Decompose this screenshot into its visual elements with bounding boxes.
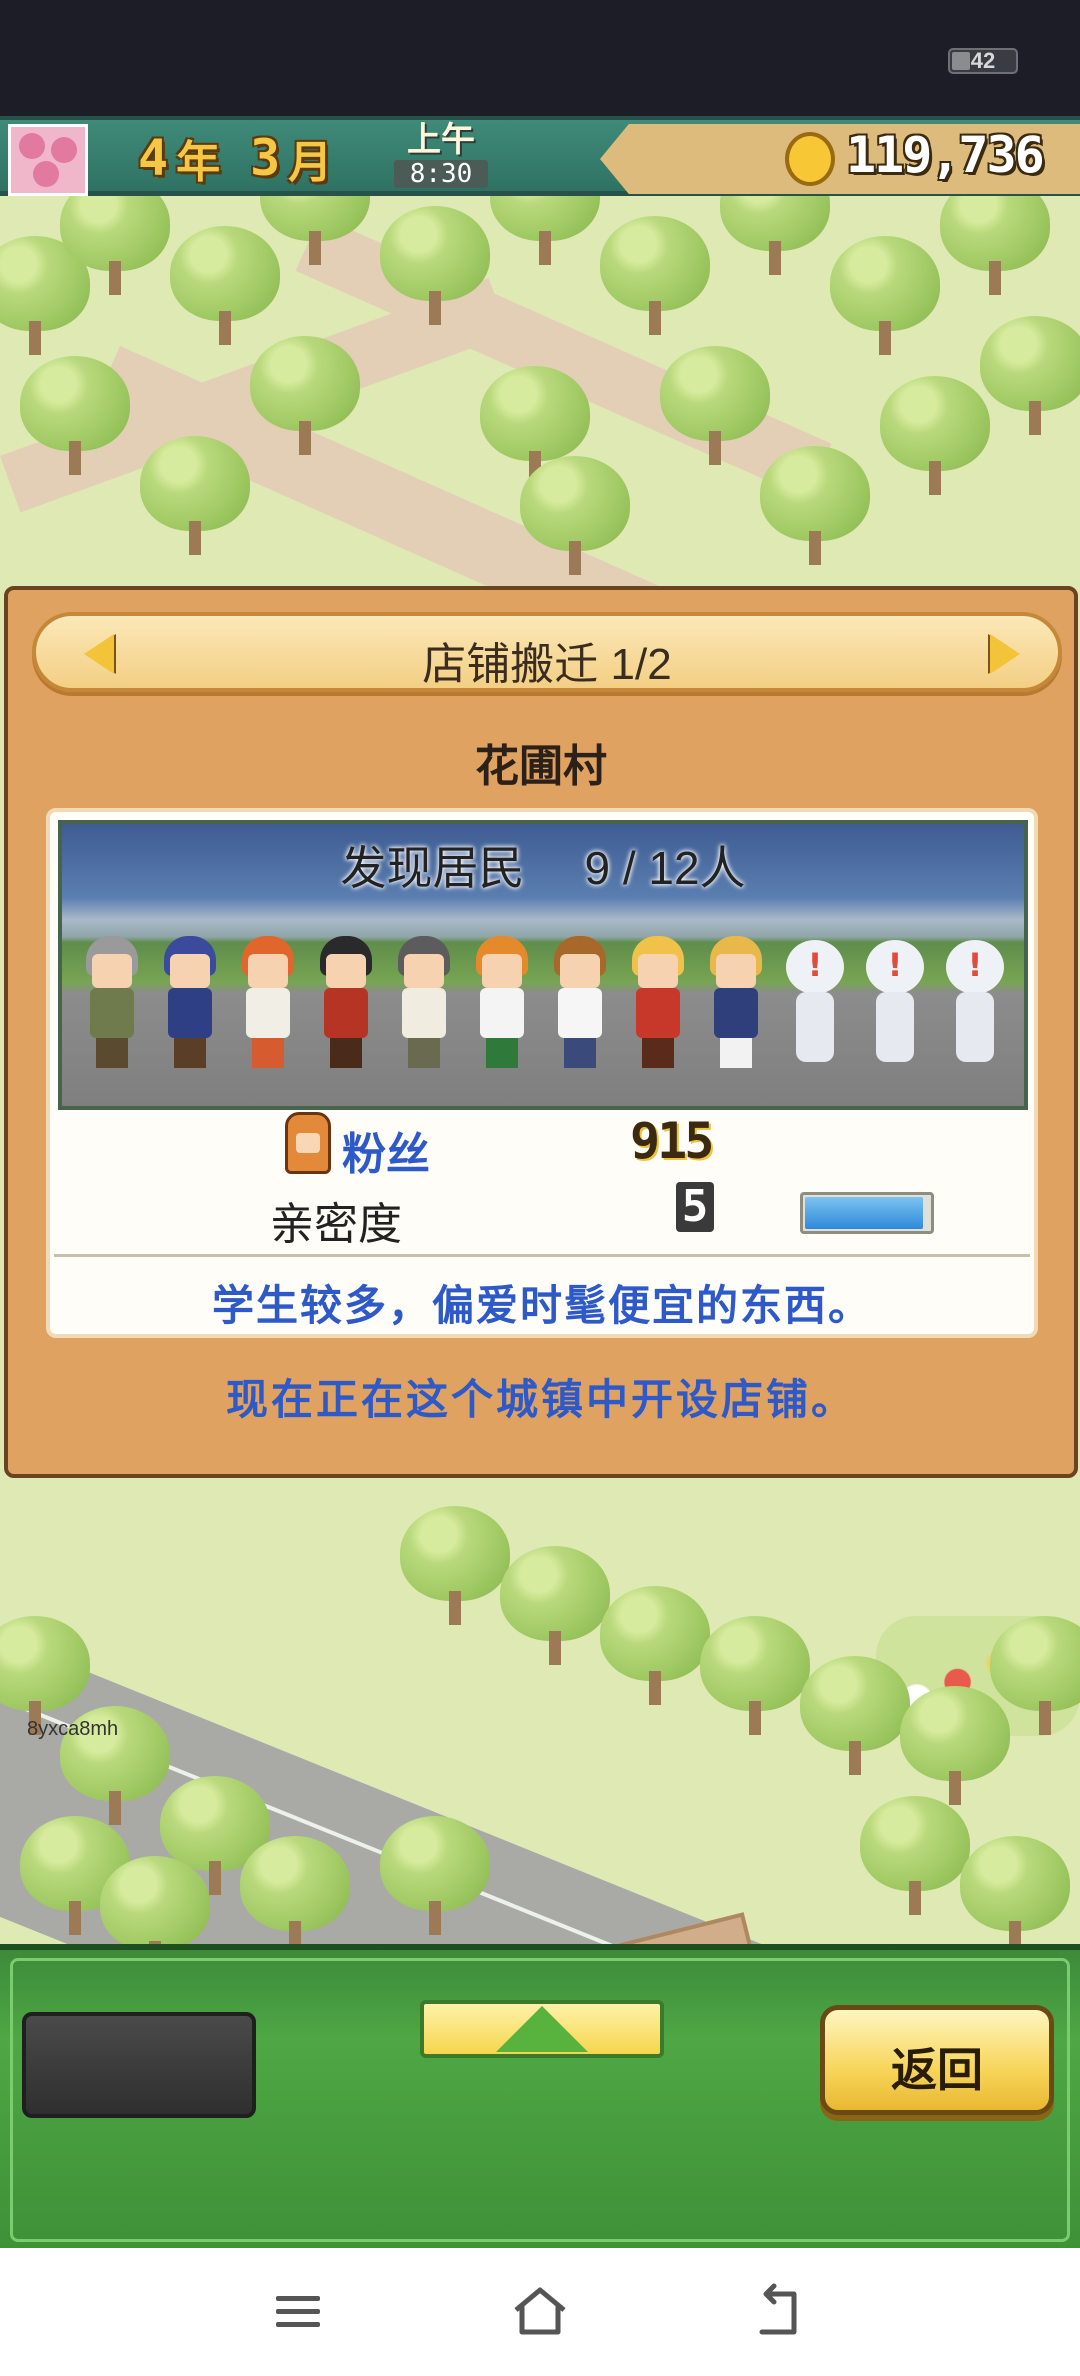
fans-value: 915 xyxy=(630,1112,714,1170)
residents-label: 发现居民 xyxy=(340,842,525,894)
home-button[interactable] xyxy=(504,2276,576,2348)
residents-scene: 发现居民 9 / 12人 ! ! ! xyxy=(58,820,1028,1110)
resident-sprite xyxy=(470,936,534,1072)
arrow-right-icon xyxy=(990,634,1020,674)
affinity-bar xyxy=(800,1192,934,1234)
status-bar: 42 xyxy=(0,0,1080,116)
expand-menu-button[interactable] xyxy=(420,2000,664,2058)
residents-found: 发现居民 9 / 12人 xyxy=(62,832,1024,898)
battery-icon: 42 xyxy=(948,48,1018,74)
unknown-resident: ! xyxy=(942,936,1008,1066)
resident-sprite xyxy=(314,936,378,1072)
resident-sprite xyxy=(704,936,768,1072)
month-value: 3 xyxy=(250,129,281,187)
divider xyxy=(54,1254,1030,1257)
system-back-button[interactable] xyxy=(744,2276,816,2348)
back-button[interactable]: 返回 xyxy=(820,2005,1054,2115)
clock: 8:30 xyxy=(394,160,488,188)
dialog-title: 店铺搬迁 1/2 xyxy=(422,640,672,689)
top-hud: 4 年 3 月 上午 8:30 119,736 xyxy=(0,116,1080,196)
coin-icon xyxy=(785,132,835,186)
system-navigation-bar xyxy=(0,2248,1080,2376)
resident-sprite xyxy=(392,936,456,1072)
fans-row: 粉丝 915 xyxy=(50,1112,1034,1180)
watermark: 8yxca8mh xyxy=(27,1718,119,1740)
residents-count: 9 / 12人 xyxy=(584,842,746,894)
month-unit: 月 xyxy=(288,137,333,188)
arrow-up-icon xyxy=(496,2006,588,2052)
recent-apps-button[interactable] xyxy=(262,2276,334,2348)
resident-sprite xyxy=(158,936,222,1072)
unknown-resident: ! xyxy=(782,936,848,1066)
resident-sprite xyxy=(626,936,690,1072)
town-info-card: 发现居民 9 / 12人 ! ! ! 粉丝 915 亲密度 5 学生较多，偏爱时… xyxy=(46,808,1038,1338)
back-arrow-icon xyxy=(759,2283,797,2335)
resident-sprite xyxy=(80,936,144,1072)
store-relocation-dialog: 店铺搬迁 1/2 花圃村 发现居民 9 / 12人 ! ! ! 粉丝 915 亲… xyxy=(4,586,1078,1478)
time-period: 上午 xyxy=(407,120,475,160)
money-amount: 119,736 xyxy=(846,126,1045,184)
fans-label: 粉丝 xyxy=(342,1129,430,1180)
dialog-title-bar: 店铺搬迁 1/2 xyxy=(32,612,1062,692)
battery-level: 42 xyxy=(970,48,996,73)
unknown-resident: ! xyxy=(862,936,928,1066)
affinity-label: 亲密度 xyxy=(270,1199,402,1250)
store-status-message: 现在正在这个城镇中开设店铺。 xyxy=(225,1375,856,1424)
back-button-label: 返回 xyxy=(891,2043,983,2097)
home-icon xyxy=(514,2287,566,2335)
year-unit: 年 xyxy=(176,137,221,188)
resident-sprite xyxy=(236,936,300,1072)
disabled-action-button[interactable] xyxy=(22,2012,256,2118)
fan-icon xyxy=(285,1112,331,1174)
next-town-button[interactable] xyxy=(984,630,1028,678)
resident-sprite xyxy=(548,936,612,1072)
town-name: 花圃村 xyxy=(475,741,607,792)
town-description: 学生较多，偏爱时髦便宜的东西。 xyxy=(211,1281,872,1330)
affinity-value: 5 xyxy=(676,1182,714,1232)
affinity-row: 亲密度 5 xyxy=(50,1182,1034,1250)
season-flower-icon[interactable] xyxy=(8,124,88,196)
game-date: 4 年 3 月 xyxy=(138,128,354,188)
bottom-menu: 返回 xyxy=(0,1944,1080,2248)
game-time: 上午 8:30 xyxy=(394,120,488,188)
year-value: 4 xyxy=(138,129,169,187)
